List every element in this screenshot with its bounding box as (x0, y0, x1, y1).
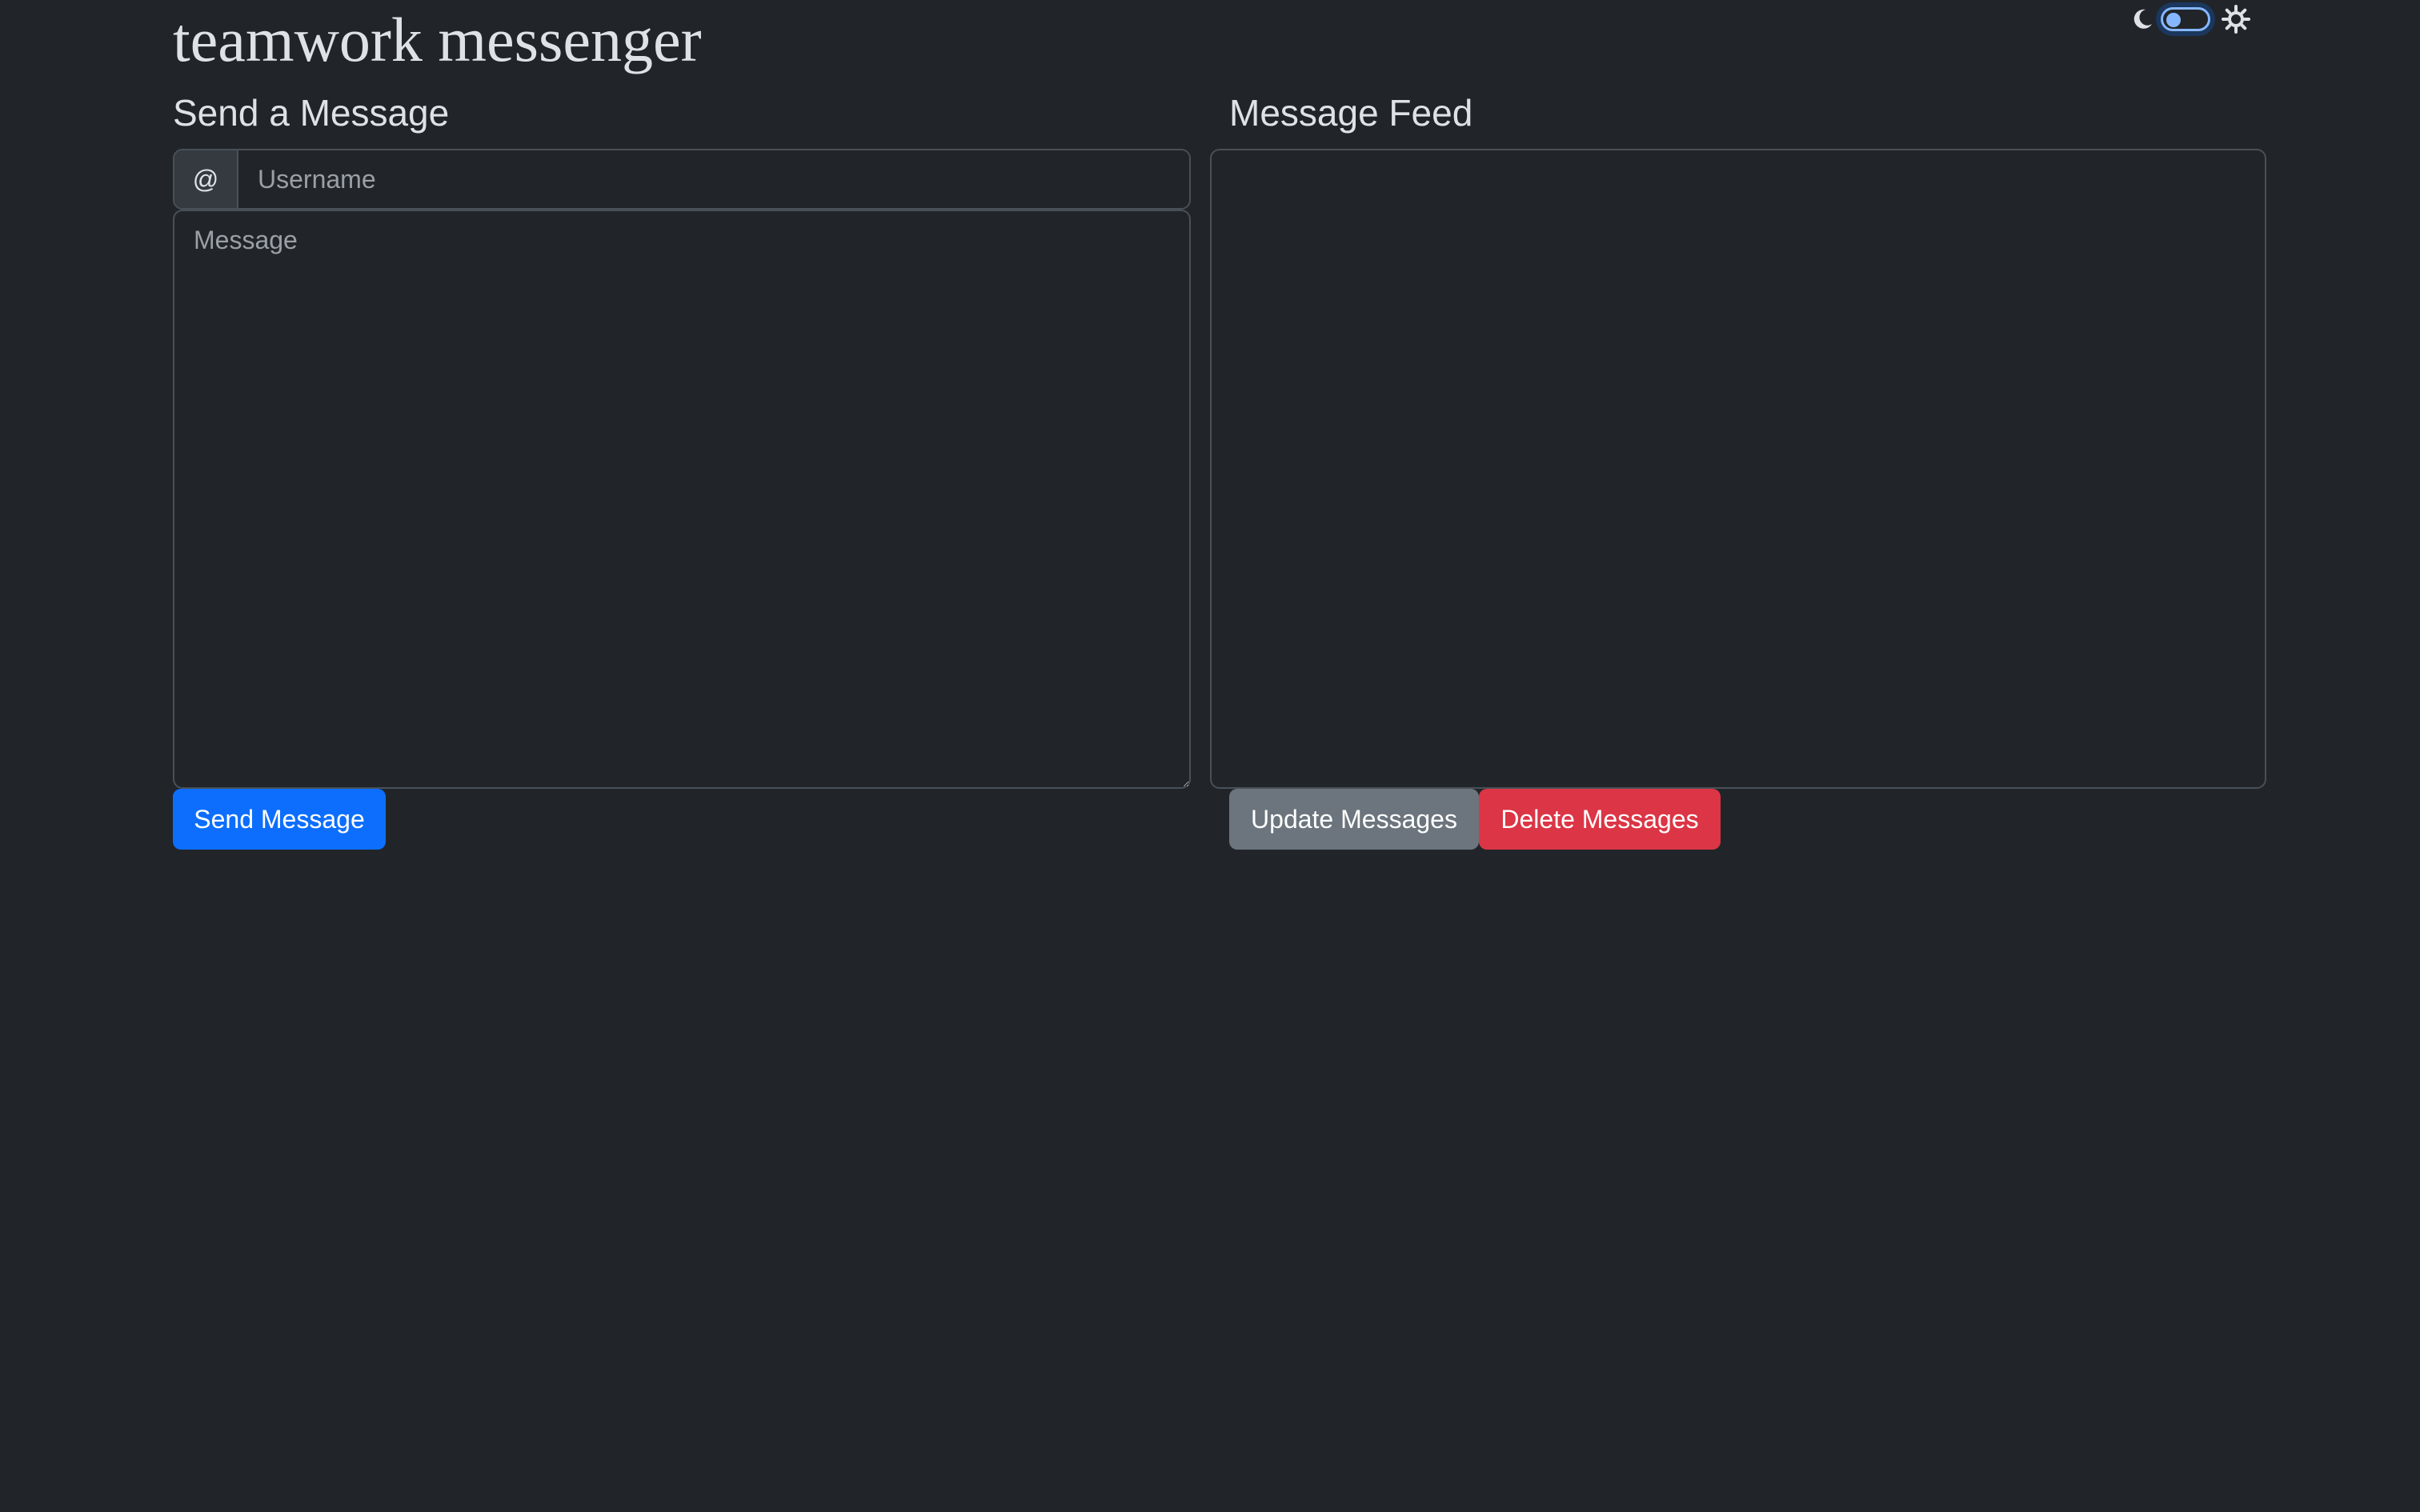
send-message-heading: Send a Message (173, 92, 450, 134)
update-messages-button[interactable]: Update Messages (1229, 789, 1479, 850)
moon-icon (2130, 7, 2154, 31)
username-input[interactable] (238, 150, 1189, 208)
sun-icon (2222, 5, 2250, 34)
message-feed (1210, 149, 2266, 789)
delete-messages-button[interactable]: Delete Messages (1479, 789, 1721, 850)
send-message-button[interactable]: Send Message (173, 789, 386, 850)
username-at-addon: @ (174, 150, 238, 208)
username-input-group: @ (173, 149, 1191, 210)
theme-toggle[interactable] (2130, 0, 2250, 38)
theme-switch-track[interactable] (2161, 7, 2210, 31)
app-title: teamwork messenger (173, 5, 702, 74)
theme-switch-knob (2166, 13, 2181, 27)
message-feed-heading: Message Feed (1229, 92, 1473, 134)
message-textarea[interactable] (173, 210, 1191, 789)
